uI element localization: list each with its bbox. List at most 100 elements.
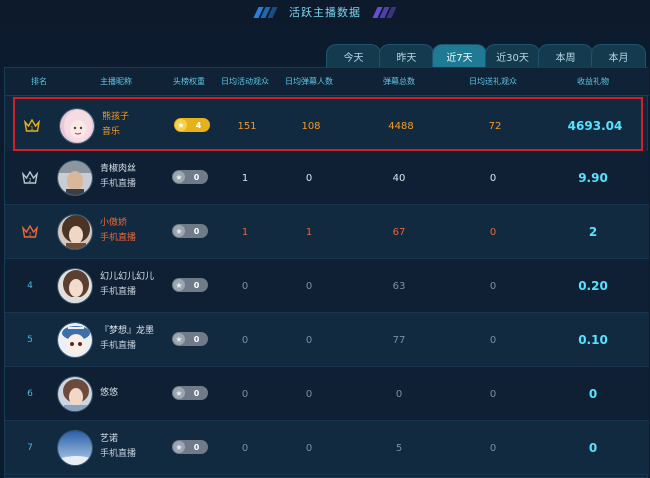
- weight-badge: ★ 0: [172, 440, 208, 454]
- page-title: 活跃主播数据: [289, 6, 361, 19]
- streamer-nickname[interactable]: 青椒肉丝: [100, 162, 170, 176]
- streamer-category: 手机直播: [100, 449, 137, 459]
- total-danmaku: 0: [395, 388, 403, 400]
- total-danmaku: 4488: [388, 120, 414, 132]
- weight-value: 0: [193, 334, 200, 344]
- star-icon: ★: [175, 119, 187, 131]
- gift-income: 0: [588, 441, 598, 455]
- total-danmaku: 5: [395, 442, 403, 454]
- table-row[interactable]: 7 艺诺 手机直播 ★ 0 0 0 5 0 0: [5, 421, 649, 475]
- avatar[interactable]: [57, 430, 93, 466]
- streamer-nickname[interactable]: 『梦想』龙墨: [100, 324, 170, 338]
- tab-last-7-days[interactable]: 近7天: [432, 44, 487, 67]
- col-header-avg-danmaku-users: 日均弹幕人数: [285, 77, 333, 86]
- weight-value: 0: [193, 280, 200, 290]
- table-row[interactable]: 4 幻儿幻儿幻儿 手机直播 ★ 0 0 0 63 0 0.20: [5, 259, 649, 313]
- avatar-girl-pink-hair-image: [60, 109, 94, 143]
- table-row[interactable]: 6 悠悠 ★ 0 0 0 0 0 0: [5, 367, 649, 421]
- right-stripes-decoration: [372, 6, 397, 18]
- table-row[interactable]: 1 熊孩子 音乐 ★ 4 151 108 4488 72 4693.04: [13, 97, 643, 151]
- gold-crown-icon: 1: [24, 119, 40, 132]
- streamer-nickname[interactable]: 悠悠: [100, 386, 170, 400]
- avg-gifters: 72: [488, 120, 502, 132]
- avg-gifters: 0: [489, 226, 497, 238]
- avg-danmaku-users: 0: [305, 442, 313, 454]
- total-danmaku: 40: [392, 172, 406, 184]
- weight-badge: ★ 4: [174, 118, 210, 132]
- avg-danmaku-users: 1: [305, 226, 313, 238]
- star-icon: ★: [173, 171, 185, 183]
- svg-text:2: 2: [28, 178, 31, 184]
- avg-danmaku-users: 108: [301, 120, 321, 132]
- avatar[interactable]: [57, 214, 93, 250]
- streamer-info: 小傲娇 手机直播: [100, 216, 170, 246]
- streamer-info: 熊孩子 音乐: [102, 110, 172, 140]
- tab-yesterday[interactable]: 昨天: [379, 44, 434, 67]
- avg-gifters: 0: [489, 172, 497, 184]
- avatar[interactable]: [57, 268, 93, 304]
- rank-3-badge: 3: [17, 205, 43, 259]
- top-header: 活跃主播数据: [0, 0, 650, 26]
- streamer-category: 手机直播: [100, 341, 137, 351]
- total-danmaku: 77: [392, 334, 406, 346]
- avg-gifters: 0: [489, 334, 497, 346]
- period-tabs: 今天 昨天 近7天 近30天 本周 本月: [326, 44, 646, 67]
- gift-income: 0.10: [578, 333, 608, 347]
- left-stripes-decoration: [253, 6, 278, 18]
- gift-income: 4693.04: [567, 119, 623, 133]
- avatar-girl-photo-image: [58, 377, 92, 411]
- star-icon: ★: [173, 441, 185, 453]
- streamer-nickname[interactable]: 幻儿幻儿幻儿: [100, 270, 170, 284]
- table-row[interactable]: 2 青椒肉丝 手机直播 ★ 0 1 0 40 0 9.90: [5, 151, 649, 205]
- silver-crown-icon: 2: [22, 171, 38, 184]
- star-icon: ★: [173, 279, 185, 291]
- avg-viewers: 0: [241, 334, 249, 346]
- tab-today[interactable]: 今天: [326, 44, 381, 67]
- avatar-man-photo-image: [58, 161, 92, 195]
- streamer-nickname[interactable]: 熊孩子: [102, 110, 172, 124]
- weight-value: 0: [193, 388, 200, 398]
- avatar-sky-photo-image: [58, 431, 92, 465]
- avatar[interactable]: [57, 160, 93, 196]
- gift-income: 0: [588, 387, 598, 401]
- avg-viewers: 1: [241, 226, 249, 238]
- total-danmaku: 67: [392, 226, 406, 238]
- avatar[interactable]: [57, 322, 93, 358]
- tab-this-week[interactable]: 本周: [538, 44, 593, 67]
- avg-viewers: 0: [241, 388, 249, 400]
- streamer-info: 『梦想』龙墨 手机直播: [100, 324, 170, 354]
- table-row[interactable]: 3 小傲娇 手机直播 ★ 0 1 1 67 0 2: [5, 205, 649, 259]
- avg-viewers: 151: [237, 120, 257, 132]
- streamer-category: 手机直播: [100, 179, 137, 189]
- avg-danmaku-users: 0: [305, 280, 313, 292]
- table-row[interactable]: 5 『梦想』龙墨 手机直播 ★ 0 0 0 77 0 0.10: [5, 313, 649, 367]
- col-header-total-danmaku: 弹幕总数: [383, 77, 415, 86]
- avatar[interactable]: [57, 376, 93, 412]
- avg-danmaku-users: 0: [305, 388, 313, 400]
- avg-gifters: 0: [489, 442, 497, 454]
- table-header: 排名 主播昵称 头榜权重 日均活动观众 日均弹幕人数 弹幕总数 日均送礼观众 收…: [5, 68, 649, 96]
- gift-income: 2: [588, 225, 598, 239]
- streamer-info: 青椒肉丝 手机直播: [100, 162, 170, 192]
- avg-danmaku-users: 0: [305, 334, 313, 346]
- streamer-info: 悠悠: [100, 386, 170, 400]
- tab-this-month[interactable]: 本月: [591, 44, 646, 67]
- streamer-nickname[interactable]: 艺诺: [100, 432, 170, 446]
- svg-text:3: 3: [28, 232, 31, 238]
- weight-badge: ★ 0: [172, 224, 208, 238]
- total-danmaku: 63: [392, 280, 406, 292]
- avg-gifters: 0: [489, 280, 497, 292]
- col-header-avg-gifters: 日均送礼观众: [469, 77, 517, 86]
- streamer-info: 艺诺 手机直播: [100, 432, 170, 462]
- streamer-category: 音乐: [102, 127, 121, 137]
- avatar[interactable]: [59, 108, 95, 144]
- star-icon: ★: [173, 387, 185, 399]
- avg-gifters: 0: [489, 388, 497, 400]
- avatar-girl-photo-image: [58, 269, 92, 303]
- streamer-nickname[interactable]: 小傲娇: [100, 216, 170, 230]
- streamer-category: 手机直播: [100, 233, 137, 243]
- tab-last-30-days[interactable]: 近30天: [485, 44, 540, 67]
- star-icon: ★: [173, 333, 185, 345]
- weight-value: 0: [193, 226, 200, 236]
- col-header-weight: 头榜权重: [173, 77, 205, 86]
